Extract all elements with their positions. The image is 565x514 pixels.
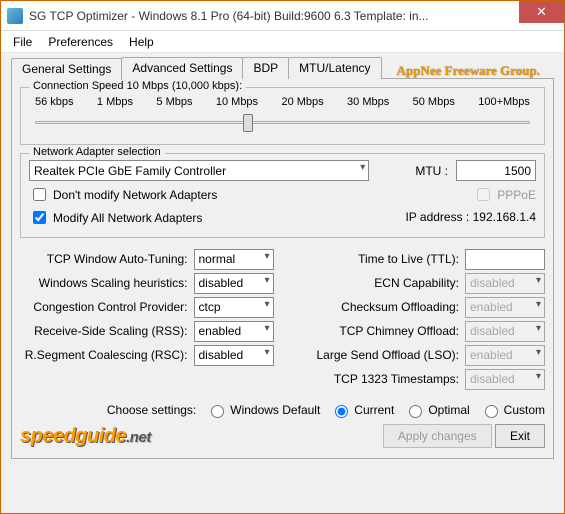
mtu-input[interactable] (456, 160, 536, 181)
tab-advanced[interactable]: Advanced Settings (121, 57, 243, 79)
slider-label: 100+Mbps (478, 96, 530, 108)
label-autotuning: TCP Window Auto-Tuning: (20, 252, 188, 266)
tab-strip: General Settings Advanced Settings BDP M… (11, 57, 554, 79)
speed-slider[interactable] (35, 110, 530, 134)
settings-col-right: Time to Live (TTL): ECN Capability: disab… (292, 246, 546, 392)
settings-col-left: TCP Window Auto-Tuning: normal Windows Sc… (20, 246, 274, 392)
adapter-select[interactable]: Realtek PCIe GbE Family Controller (29, 160, 369, 181)
tab-general[interactable]: General Settings (11, 58, 122, 80)
slider-label: 56 kbps (35, 96, 74, 108)
adapter-legend: Network Adapter selection (29, 146, 165, 158)
label-rss: Receive-Side Scaling (RSS): (20, 324, 188, 338)
apply-button[interactable]: Apply changes (383, 424, 492, 448)
menubar: File Preferences Help (1, 31, 564, 53)
slider-labels: 56 kbps 1 Mbps 5 Mbps 10 Mbps 20 Mbps 30… (29, 94, 536, 108)
select-ecn[interactable]: disabled (465, 273, 545, 294)
label-ecn: ECN Capability: (292, 276, 460, 290)
menu-help[interactable]: Help (121, 33, 162, 51)
app-window: SG TCP Optimizer - Windows 8.1 Pro (64-b… (0, 0, 565, 514)
radio-custom[interactable]: Custom (480, 402, 545, 418)
window-title: SG TCP Optimizer - Windows 8.1 Pro (64-b… (29, 9, 519, 23)
client-area: General Settings Advanced Settings BDP M… (1, 53, 564, 513)
titlebar: SG TCP Optimizer - Windows 8.1 Pro (64-b… (1, 1, 564, 31)
ip-address: IP address : 192.168.1.4 (405, 210, 536, 224)
close-button[interactable]: ✕ (519, 1, 564, 23)
label-ttl: Time to Live (TTL): (292, 252, 460, 266)
input-ttl[interactable] (465, 249, 545, 270)
slider-label: 10 Mbps (216, 96, 258, 108)
mtu-label: MTU : (415, 164, 448, 178)
select-lso[interactable]: enabled (465, 345, 545, 366)
slider-label: 30 Mbps (347, 96, 389, 108)
select-rsc[interactable]: disabled (194, 345, 274, 366)
exit-button[interactable]: Exit (495, 424, 545, 448)
slider-thumb[interactable] (243, 114, 253, 132)
choose-settings-row: Choose settings: Windows Default Current… (20, 402, 545, 418)
select-autotuning[interactable]: normal (194, 249, 274, 270)
label-chksum: Checksum Offloading: (292, 300, 460, 314)
chk-pppoe: PPPoE (405, 185, 536, 204)
menu-file[interactable]: File (5, 33, 40, 51)
chk-dont-modify[interactable]: Don't modify Network Adapters (29, 185, 405, 204)
label-timestamps: TCP 1323 Timestamps: (292, 372, 460, 386)
slider-label: 20 Mbps (281, 96, 323, 108)
slider-label: 50 Mbps (413, 96, 455, 108)
watermark-text: AppNee Freeware Group. (397, 63, 540, 79)
chk-modify-all[interactable]: Modify All Network Adapters (29, 208, 405, 227)
choose-label: Choose settings: (107, 403, 196, 417)
select-chksum[interactable]: enabled (465, 297, 545, 318)
select-rss[interactable]: enabled (194, 321, 274, 342)
slider-label: 5 Mbps (156, 96, 192, 108)
menu-preferences[interactable]: Preferences (40, 33, 121, 51)
label-chimney: TCP Chimney Offload: (292, 324, 460, 338)
radio-default[interactable]: Windows Default (206, 402, 320, 418)
slider-label: 1 Mbps (97, 96, 133, 108)
connection-legend: Connection Speed 10 Mbps (10,000 kbps): (29, 80, 246, 92)
label-congestion: Congestion Control Provider: (20, 300, 188, 314)
app-icon (7, 8, 23, 24)
select-timestamps[interactable]: disabled (465, 369, 545, 390)
adapter-group: Network Adapter selection Realtek PCIe G… (20, 153, 545, 238)
tab-mtu[interactable]: MTU/Latency (288, 57, 381, 79)
radio-optimal[interactable]: Optimal (404, 402, 469, 418)
tab-bdp[interactable]: BDP (242, 57, 289, 79)
tab-body: Connection Speed 10 Mbps (10,000 kbps): … (11, 78, 554, 459)
select-chimney[interactable]: disabled (465, 321, 545, 342)
select-congestion[interactable]: ctcp (194, 297, 274, 318)
label-scaling: Windows Scaling heuristics: (20, 276, 188, 290)
label-lso: Large Send Offload (LSO): (292, 348, 460, 362)
speedguide-logo: speedguide.net (20, 425, 151, 448)
connection-speed-group: Connection Speed 10 Mbps (10,000 kbps): … (20, 87, 545, 145)
slider-track-line (35, 121, 530, 124)
label-rsc: R.Segment Coalescing (RSC): (20, 348, 188, 362)
select-scaling[interactable]: disabled (194, 273, 274, 294)
radio-current[interactable]: Current (330, 402, 394, 418)
